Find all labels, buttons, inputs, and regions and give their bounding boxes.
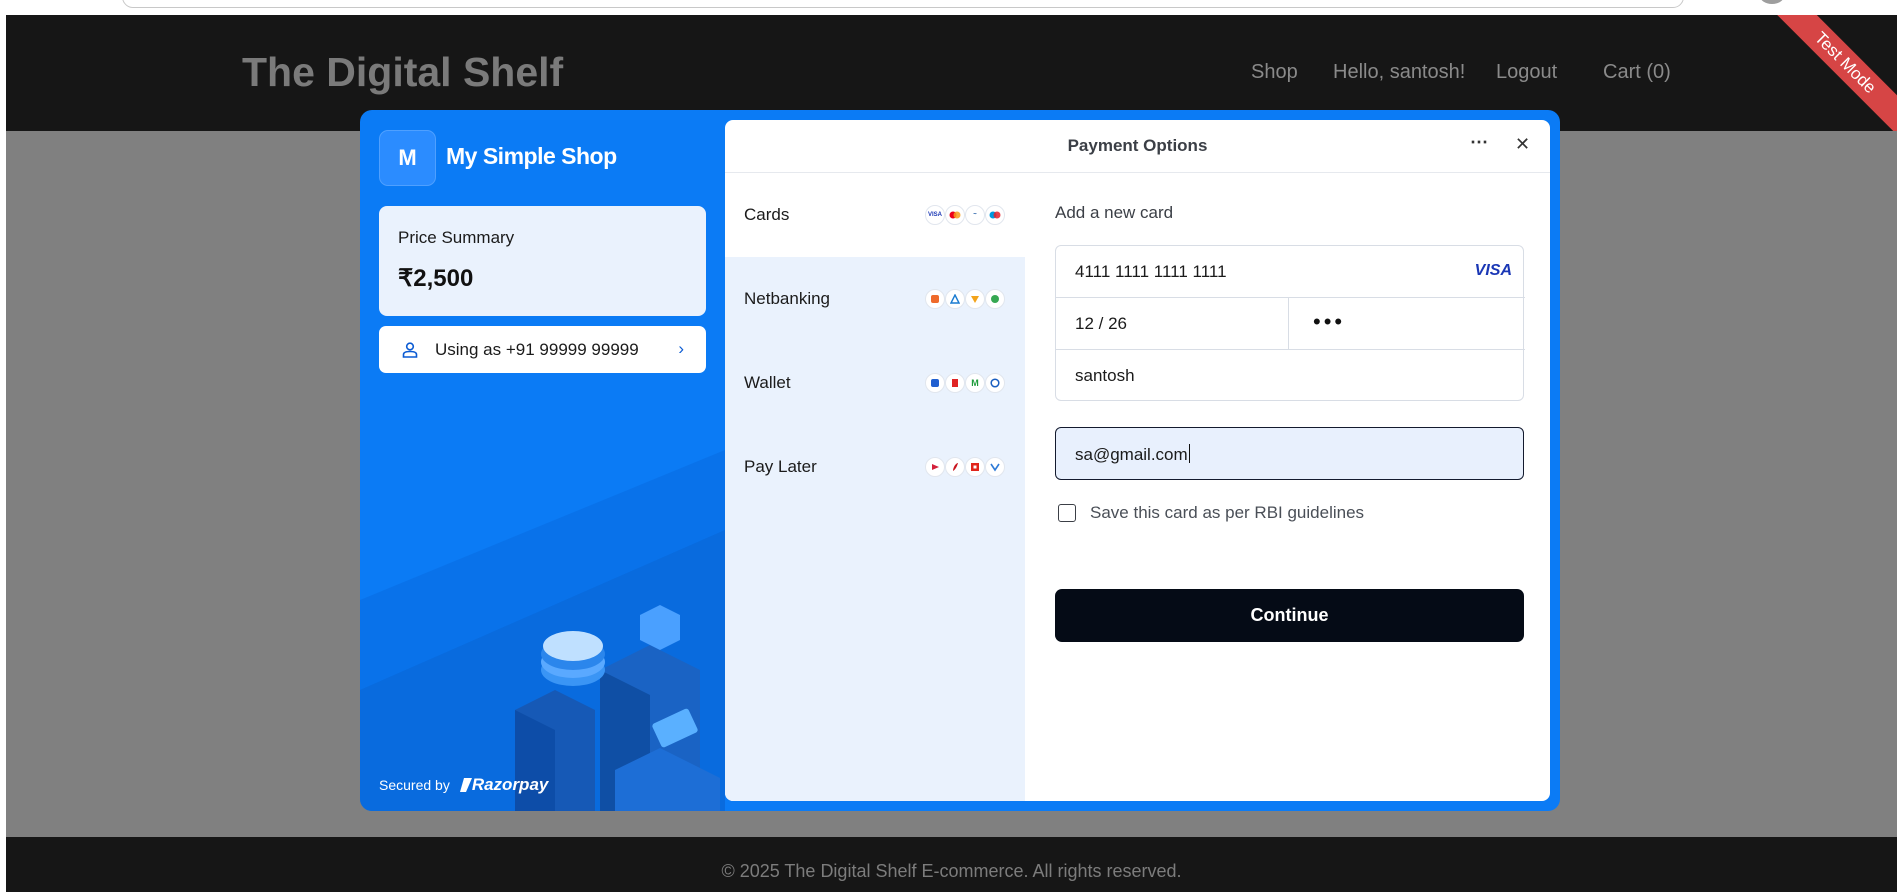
method-label: Netbanking [744,289,831,308]
email-field[interactable]: sa@gmail.com [1055,427,1524,480]
price-summary-card: Price Summary ₹2,500 [379,206,706,316]
method-netbanking[interactable]: Netbanking [725,257,1025,341]
secured-by-label: Secured by [379,777,450,793]
user-contact-button[interactable]: Using as +91 99999 99999 › [379,326,706,373]
pay-later-icon [945,457,965,477]
wallet-icons: M [925,373,1005,393]
nav-shop[interactable]: Shop [1251,61,1298,84]
address-bar[interactable] [122,0,1684,8]
checkout-summary-panel: M My Simple Shop Price Summary ₹2,500 Us… [360,110,725,811]
expiry-field[interactable]: 12 / 26 [1056,298,1289,350]
footer-copyright: © 2025 The Digital Shelf E-commerce. All… [721,861,1182,881]
payment-title: Payment Options [1067,136,1208,155]
save-card-checkbox[interactable] [1058,504,1076,522]
payment-header: Payment Options ⋯ ✕ [725,120,1550,173]
profile-avatar[interactable] [1760,0,1784,4]
price-summary-label: Price Summary [398,228,515,247]
continue-button[interactable]: Continue [1055,589,1524,642]
brand-initial: M [379,130,436,186]
bank-icon [945,289,965,309]
brand-name: My Simple Shop [446,143,617,169]
mastercard-icon [945,205,965,225]
save-card-label: Save this card as per RBI guidelines [1090,503,1365,522]
bank-icon [965,289,985,309]
secured-by: Secured by Razorpay [379,775,548,795]
site-footer: © 2025 The Digital Shelf E-commerce. All… [6,837,1897,892]
cardholder-name-field[interactable]: santosh [1056,350,1525,402]
payment-methods-list: Cards VISA ~ Netbanking Wallet M Pay Lat… [725,173,1025,801]
maestro-icon [985,205,1005,225]
browser-strip [0,0,1897,15]
wallet-icon [925,373,945,393]
card-form: Add a new card 4111 1111 1111 1111 VISA … [1055,173,1525,773]
bank-icons [925,289,1005,309]
method-label: Wallet [744,373,791,392]
more-horizontal-icon[interactable]: ⋯ [1470,132,1488,153]
visa-icon: VISA [925,205,945,225]
pay-later-icons [925,457,1005,477]
site-logo[interactable]: The Digital Shelf [242,49,563,96]
razorpay-mark-icon [459,778,472,792]
chevron-right-icon: › [678,339,684,358]
card-network-icons: VISA ~ [925,205,1005,225]
cvv-value: ••• [1313,309,1346,334]
nav-logout[interactable]: Logout [1496,61,1557,84]
user-icon [399,339,421,361]
visa-brand-icon: VISA [1474,262,1512,279]
nav-cart[interactable]: Cart (0) [1603,61,1671,84]
bank-icon [925,289,945,309]
method-label: Cards [744,205,790,224]
wallet-icon [985,373,1005,393]
wallet-icon [945,373,965,393]
rupay-icon: ~ [965,205,985,225]
add-card-heading: Add a new card [1055,203,1174,222]
close-icon[interactable]: ✕ [1515,134,1530,155]
method-wallet[interactable]: Wallet M [725,341,1025,425]
expiry-value: 12 / 26 [1075,314,1127,333]
price-value: ₹2,500 [398,265,474,292]
method-cards[interactable]: Cards VISA ~ [725,173,1025,257]
wallet-icon: M [965,373,985,393]
card-number-value: 4111 1111 1111 1111 [1075,262,1227,281]
card-number-field[interactable]: 4111 1111 1111 1111 VISA [1056,246,1525,298]
checkout-modal: M My Simple Shop Price Summary ₹2,500 Us… [360,110,1560,811]
email-value-wrap: sa@gmail.com [1075,444,1190,465]
pay-later-icon [925,457,945,477]
ribbon-label: Test Mode [1764,15,1897,144]
expiry-cvv-row: 12 / 26 ••• [1056,298,1525,350]
pay-later-icon [985,457,1005,477]
nav-greeting: Hello, santosh! [1333,61,1466,83]
payment-options-panel: Payment Options ⋯ ✕ Cards VISA ~ Netbank… [725,120,1550,801]
razorpay-wordmark: Razorpay [471,775,549,794]
razorpay-logo: Razorpay [459,775,549,795]
text-caret [1188,444,1190,463]
user-contact-label: Using as +91 99999 99999 [435,339,639,359]
cvv-field[interactable]: ••• [1289,298,1525,350]
email-value: sa@gmail.com [1075,445,1188,464]
bank-icon [985,289,1005,309]
pay-later-icon [965,457,985,477]
method-label: Pay Later [744,457,817,476]
card-details-box: 4111 1111 1111 1111 VISA 12 / 26 ••• san… [1055,245,1525,402]
cardholder-name-value: santosh [1075,366,1135,385]
method-pay-later[interactable]: Pay Later [725,425,1025,509]
save-card-option[interactable]: Save this card as per RBI guidelines [1055,503,1364,523]
